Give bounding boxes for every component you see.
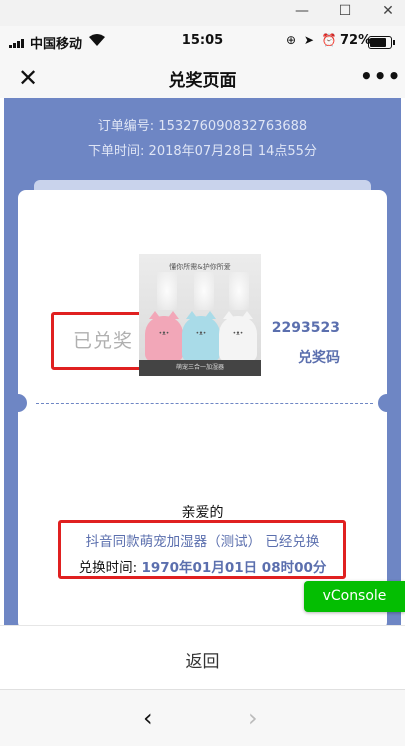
redeem-time-line: 兑换时间: 1970年01月01日 08时00分 — [0, 556, 405, 576]
minimize-icon[interactable]: — — [287, 3, 317, 19]
vconsole-button[interactable]: vConsole — [304, 581, 405, 612]
card-divider — [36, 403, 373, 404]
status-bar: 中国移动 15:05 ⊕ ➤ ⏰ 72% — [0, 26, 405, 56]
battery-icon — [368, 36, 395, 49]
cat-humidifier-blue: •ᴥ• — [182, 311, 220, 362]
cat-humidifier-white: •ᴥ• — [219, 311, 257, 362]
browser-toolbar: ‹ › — [0, 689, 405, 746]
battery-percent: 72% — [340, 33, 372, 48]
redeem-time-value: 1970年01月01日 08时00分 — [141, 560, 327, 576]
window-titlebar: — ☐ ✕ — [0, 0, 405, 26]
back-button[interactable]: 返回 — [0, 647, 405, 672]
card-notch-left — [9, 394, 27, 412]
steam-icon — [229, 272, 249, 310]
maximize-icon[interactable]: ☐ — [330, 3, 360, 19]
cat-humidifier-pink: •ᴥ• — [145, 311, 183, 362]
greeting: 亲爱的 — [181, 505, 224, 521]
steam-icon — [157, 272, 177, 310]
prize-line: 抖音同款萌宠加湿器（测试） 已经兑换 — [85, 534, 320, 550]
page-title: 兑奖页面 — [168, 71, 237, 91]
status-icons: ⊕ ➤ ⏰ — [286, 33, 339, 47]
order-number: 订单编号: 153276090832763688 — [97, 119, 308, 134]
more-icon[interactable]: ••• — [360, 64, 401, 88]
steam-icon — [194, 272, 214, 310]
product-image: 懂你所需&护你所爱 •ᴥ• •ᴥ• •ᴥ• 萌宠三合一加湿器 — [139, 254, 261, 376]
window-close-icon[interactable]: ✕ — [373, 3, 403, 19]
bottom-bar: 返回 — [0, 625, 405, 690]
back-arrow-icon[interactable]: ‹ — [143, 704, 153, 732]
redeem-time-label: 兑换时间: — [78, 560, 142, 576]
redeemed-status: 已兑奖 — [72, 330, 133, 352]
card-notch-right — [378, 394, 396, 412]
nav-bar: ✕ 兑奖页面 ••• — [0, 56, 405, 98]
product-image-base: 萌宠三合一加湿器 — [139, 360, 261, 376]
order-time: 下单时间: 2018年07月28日 14点55分 — [88, 144, 317, 159]
product-image-caption: 懂你所需&护你所爱 — [169, 263, 231, 271]
product-image-base-text: 萌宠三合一加湿器 — [175, 364, 224, 371]
forward-arrow-icon[interactable]: › — [248, 704, 258, 732]
